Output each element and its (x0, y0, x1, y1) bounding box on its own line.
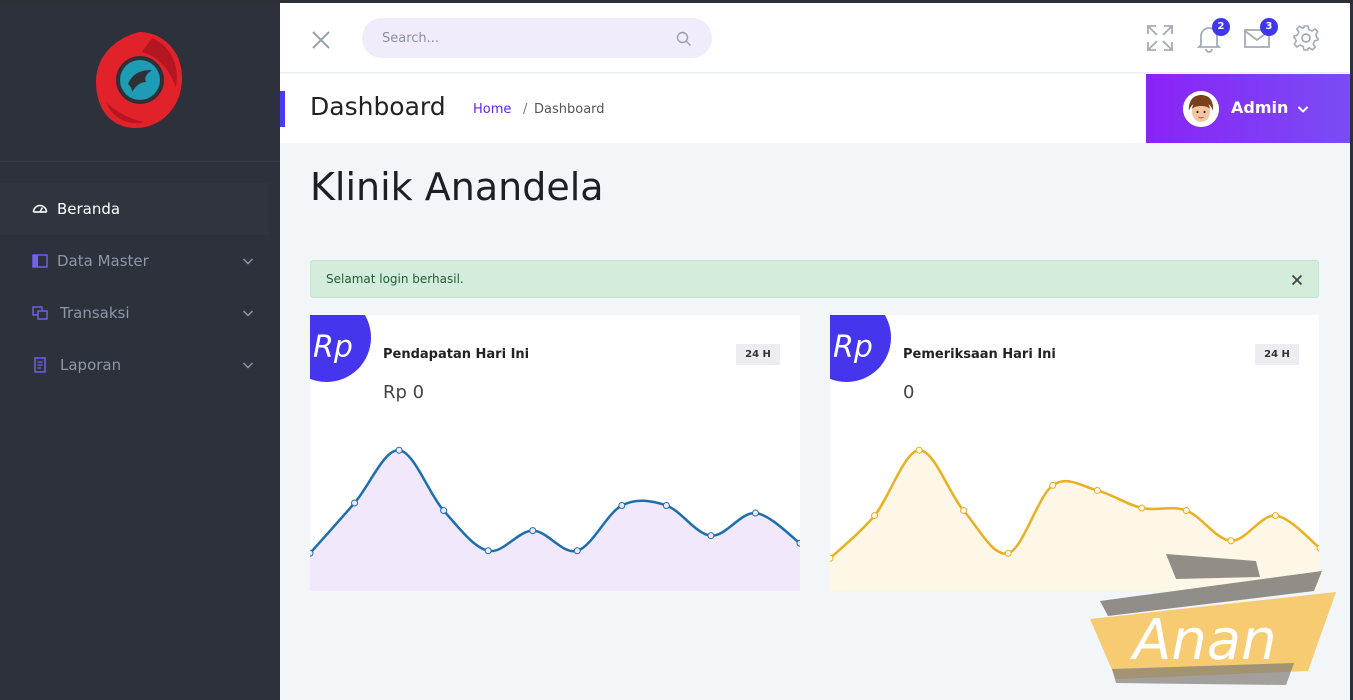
chart-point[interactable] (484, 547, 492, 555)
chart-point[interactable] (440, 507, 448, 515)
copy-icon (32, 306, 48, 320)
top-header: 2 3 (280, 3, 1350, 73)
chart-point[interactable] (1138, 504, 1146, 512)
card-icon-label: Rp (313, 330, 353, 365)
gear-icon[interactable] (1291, 23, 1321, 53)
close-icon[interactable] (1291, 274, 1303, 286)
user-name: Admin (1231, 98, 1289, 117)
chart-point[interactable] (1182, 507, 1190, 515)
watermark-logo: Anan (1090, 554, 1336, 685)
clinic-title: Klinik Anandela (310, 165, 604, 209)
chart-point[interactable] (573, 547, 581, 555)
chart-point[interactable] (1271, 512, 1279, 520)
card-value: Rp 0 (383, 382, 425, 403)
chart-point[interactable] (960, 507, 968, 515)
alert-message: Selamat login berhasil. (326, 272, 464, 286)
sidebar-item-data-master[interactable]: Data Master (0, 235, 269, 287)
chart-point[interactable] (830, 554, 834, 562)
watermark-text: Anan (1130, 608, 1277, 673)
messages-button[interactable]: 3 (1242, 18, 1278, 53)
period-badge: 24 H (1255, 344, 1299, 365)
period-badge: 24 H (736, 344, 780, 365)
chart-point[interactable] (1227, 537, 1235, 545)
notifications-button[interactable]: 2 (1194, 18, 1230, 53)
breadcrumb-separator: / (523, 102, 528, 117)
sidebar-item-transaksi[interactable]: Transaksi (0, 287, 269, 339)
chart-point[interactable] (1093, 486, 1101, 494)
clinic-logo[interactable] (92, 30, 186, 130)
success-alert: Selamat login berhasil. (310, 260, 1319, 298)
sidebar-item-label: Data Master (57, 252, 149, 270)
message-badge: 3 (1260, 18, 1278, 36)
title-accent-bar (280, 91, 285, 127)
fullscreen-icon[interactable] (1145, 23, 1175, 53)
page-title: Dashboard (310, 92, 446, 121)
close-sidebar-icon[interactable] (310, 29, 332, 51)
examination-card: Rp Pemeriksaan Hari Ini 24 H 0 (830, 315, 1319, 591)
sidebar-item-laporan[interactable]: Laporan (0, 339, 269, 391)
chart-area-fill (310, 450, 800, 591)
chart-point[interactable] (1004, 549, 1012, 557)
chart-point[interactable] (529, 527, 537, 535)
chevron-down-icon (242, 258, 254, 265)
chart-point[interactable] (871, 512, 879, 520)
chart-point[interactable] (796, 539, 800, 547)
chart-point[interactable] (1049, 481, 1057, 489)
report-icon (34, 357, 46, 373)
user-menu-button[interactable]: Admin (1146, 74, 1350, 143)
chart-point[interactable] (310, 549, 314, 557)
avatar-image (1183, 91, 1219, 127)
logo-area (0, 0, 280, 162)
sidebar: Beranda Data Master Transaksi Laporan (0, 0, 280, 700)
sidebar-item-label: Transaksi (60, 304, 130, 322)
search-input[interactable] (362, 18, 712, 58)
card-value: 0 (903, 382, 915, 403)
breadcrumb-current: Dashboard (534, 102, 605, 117)
sidebar-item-beranda[interactable]: Beranda (0, 183, 269, 235)
card-icon-label: Rp (833, 330, 873, 365)
notification-badge: 2 (1212, 18, 1230, 36)
dashboard-icon (32, 204, 48, 213)
chart-point[interactable] (618, 502, 626, 510)
sidebar-item-label: Laporan (60, 356, 122, 374)
chart-point[interactable] (395, 446, 403, 454)
chart-point[interactable] (915, 446, 923, 454)
search-icon[interactable] (676, 31, 692, 47)
sidebar-item-label: Beranda (57, 200, 121, 218)
chevron-down-icon (242, 362, 254, 369)
chevron-down-icon (1297, 106, 1309, 113)
top-stripe (0, 0, 1353, 3)
chart-point[interactable] (662, 502, 670, 510)
card-title: Pendapatan Hari Ini (383, 347, 530, 362)
chart-point[interactable] (351, 499, 359, 507)
income-card: Rp Pendapatan Hari Ini 24 H Rp 0 (310, 315, 800, 591)
card-title: Pemeriksaan Hari Ini (903, 347, 1056, 362)
sub-header: Dashboard Home / Dashboard Admin (280, 74, 1350, 143)
columns-icon (32, 254, 48, 268)
avatar (1183, 91, 1219, 127)
chart-point[interactable] (751, 509, 759, 517)
breadcrumb-home-link[interactable]: Home (473, 102, 511, 117)
chevron-down-icon (242, 310, 254, 317)
chart-point[interactable] (707, 532, 715, 540)
